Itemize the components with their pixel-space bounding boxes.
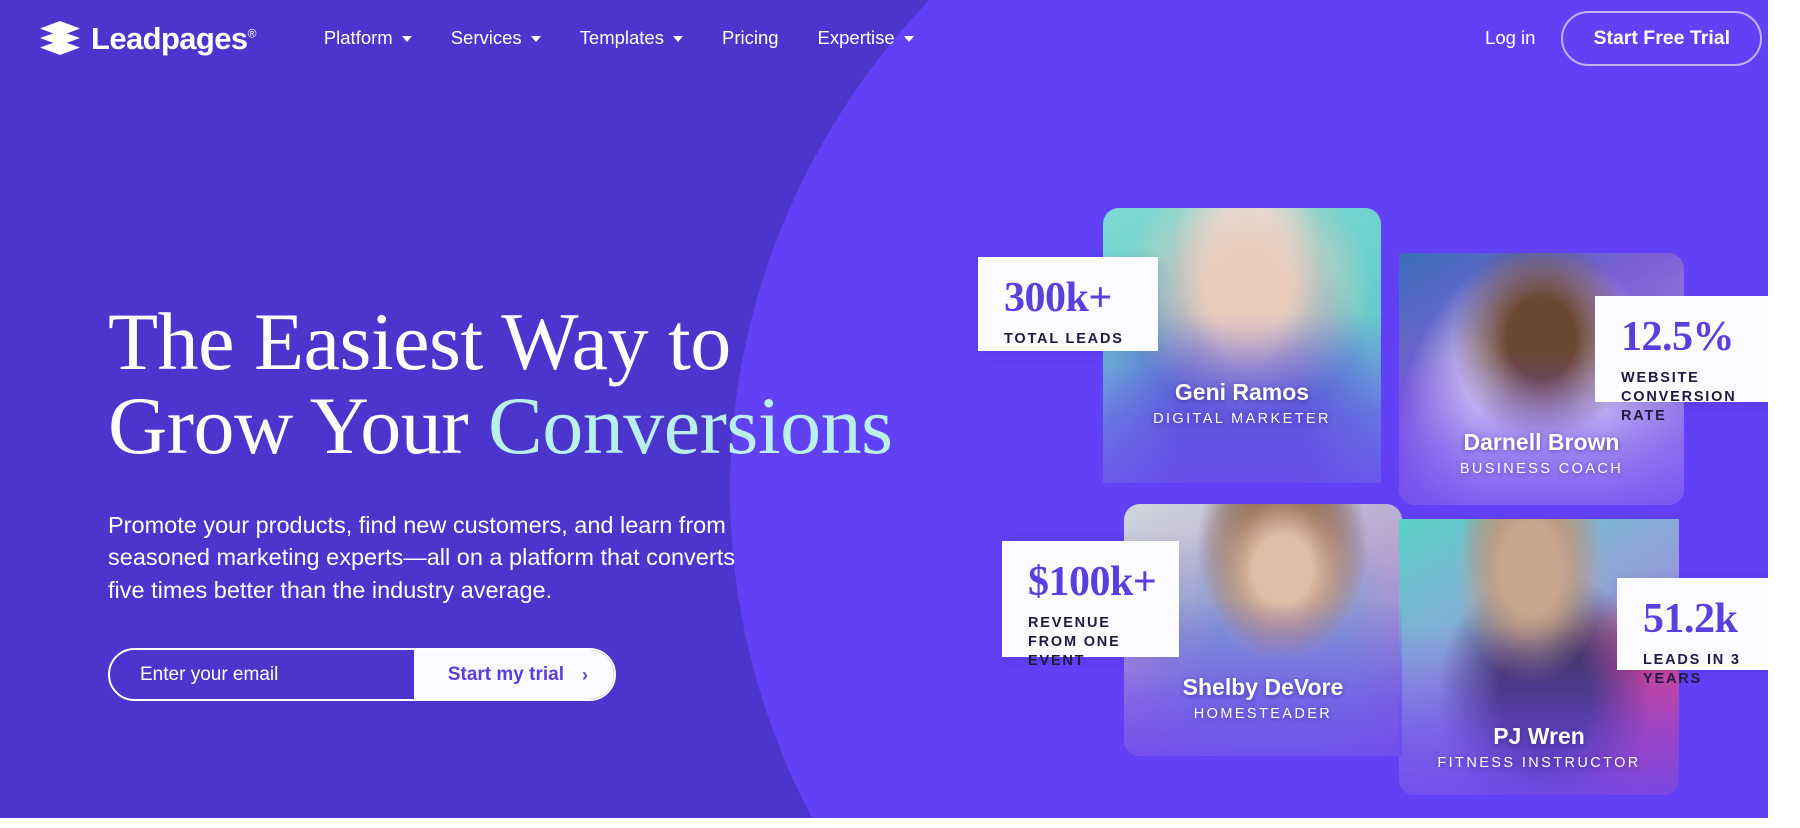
start-free-trial-button[interactable]: Start Free Trial: [1561, 10, 1762, 66]
login-link[interactable]: Log in: [1485, 27, 1535, 49]
headline-accent-word: Conversions: [488, 380, 893, 472]
page-title: The Easiest Way to Grow Your Conversions: [108, 299, 898, 472]
nav-item-pricing[interactable]: Pricing: [704, 17, 797, 59]
start-my-trial-button[interactable]: Start my trial ›: [413, 650, 614, 700]
submit-label: Start my trial: [447, 663, 564, 685]
landing-page-hero: Leadpages® Platform Services Templates P…: [0, 0, 1800, 828]
person-role: HOMESTEADER: [1193, 706, 1333, 722]
stat-value: 12.5%: [1621, 314, 1735, 360]
email-input[interactable]: [110, 650, 414, 700]
nav-label: Pricing: [721, 27, 779, 48]
main-navigation: Platform Services Templates Pricing Expe…: [306, 17, 932, 59]
nav-item-expertise[interactable]: Expertise: [800, 17, 932, 59]
nav-label: Platform: [323, 27, 393, 48]
person-role: FITNESS INSTRUCTOR: [1437, 755, 1641, 771]
chevron-down-icon: [672, 36, 683, 42]
nav-label: Templates: [579, 27, 664, 48]
stat-card-total-leads: 300k+ TOTAL LEADS: [978, 257, 1158, 351]
header-actions: Log in Start Free Trial: [1485, 10, 1762, 66]
stat-label: WEBSITE CONVERSION RATE: [1621, 370, 1737, 425]
chevron-right-icon: ›: [582, 664, 588, 685]
person-caption: Shelby DeVore HOMESTEADER: [1124, 674, 1402, 722]
stat-label: TOTAL LEADS: [1004, 331, 1124, 347]
stat-label: LEADS IN 3 YEARS: [1643, 652, 1741, 688]
person-role: BUSINESS COACH: [1459, 461, 1624, 477]
headline-line-1: The Easiest Way to: [108, 296, 731, 387]
bottom-edge-spacer: [0, 818, 1800, 828]
chevron-down-icon: [401, 36, 412, 42]
leadpages-logo[interactable]: Leadpages®: [38, 21, 256, 55]
hero-content: The Easiest Way to Grow Your Conversions…: [108, 299, 898, 702]
nav-label: Expertise: [817, 27, 895, 48]
stat-card-conversion-rate: 12.5% WEBSITE CONVERSION RATE: [1595, 296, 1780, 424]
chevron-down-icon: [903, 36, 914, 42]
right-edge-spacer: [1768, 0, 1800, 828]
person-name: Darnell Brown: [1463, 428, 1620, 455]
person-name: Shelby DeVore: [1182, 673, 1344, 700]
person-role: DIGITAL MARKETER: [1153, 411, 1331, 427]
person-name: Geni Ramos: [1174, 378, 1310, 405]
site-header: Leadpages® Platform Services Templates P…: [0, 0, 1800, 76]
person-name: PJ Wren: [1493, 722, 1585, 749]
person-caption: Darnell Brown BUSINESS COACH: [1399, 429, 1684, 477]
stat-value: 51.2k: [1643, 596, 1738, 642]
logo-wordmark: Leadpages®: [91, 20, 257, 56]
headline-line-2-plain: Grow Your: [108, 380, 489, 472]
nav-item-platform[interactable]: Platform: [306, 17, 430, 59]
trademark-symbol: ®: [247, 26, 257, 41]
stat-card-revenue: $100k+ REVENUE FROM ONE EVENT: [1002, 541, 1179, 669]
stat-value: 300k+: [1004, 275, 1112, 321]
stacked-layers-icon: [38, 21, 82, 55]
nav-item-services[interactable]: Services: [433, 17, 559, 59]
nav-item-templates[interactable]: Templates: [562, 17, 701, 59]
trial-signup-form: Start my trial ›: [108, 648, 616, 702]
nav-label: Services: [450, 27, 522, 48]
person-caption: PJ Wren FITNESS INSTRUCTOR: [1399, 723, 1679, 771]
stat-value: $100k+: [1028, 559, 1157, 605]
stat-label: REVENUE FROM ONE EVENT: [1028, 615, 1121, 670]
person-caption: Geni Ramos DIGITAL MARKETER: [1103, 379, 1381, 427]
chevron-down-icon: [530, 36, 541, 42]
hero-subheadline: Promote your products, find new customer…: [108, 511, 735, 603]
